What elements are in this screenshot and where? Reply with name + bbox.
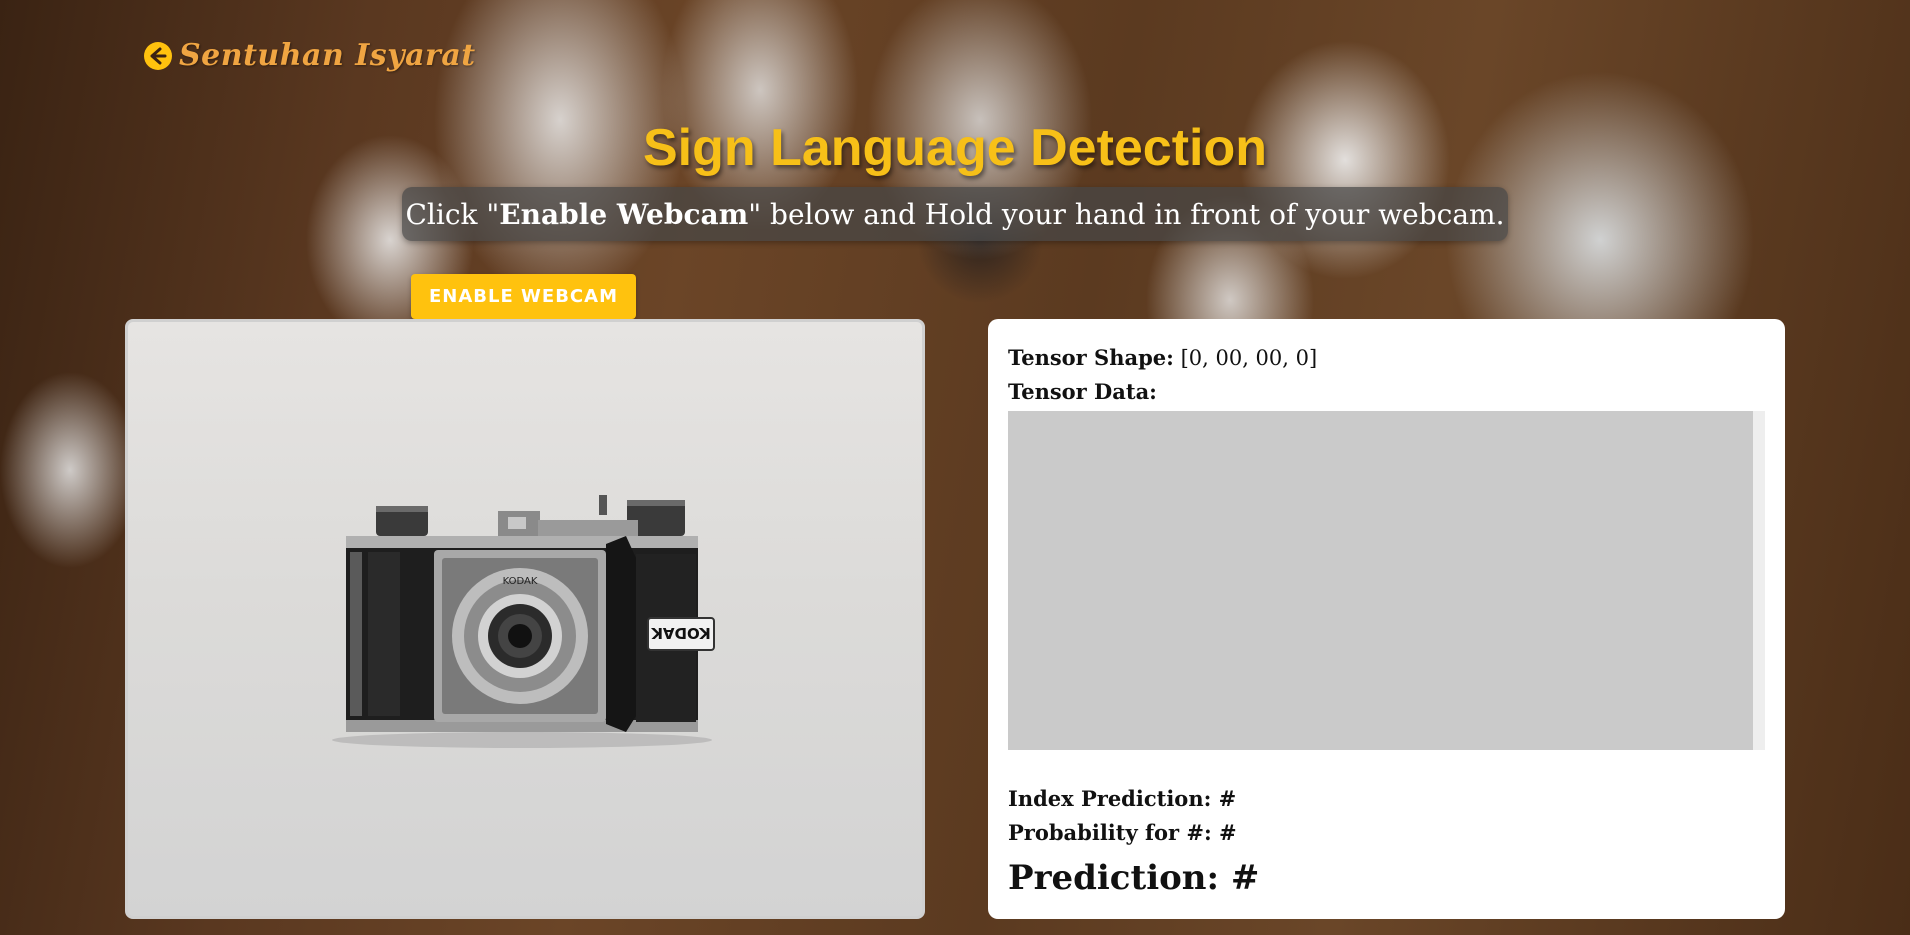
- tensor-data-textarea[interactable]: [1008, 411, 1765, 750]
- probability-value: #: [1211, 820, 1237, 845]
- index-prediction-value: #: [1211, 786, 1237, 811]
- probability-row: Probability for #: #: [1008, 816, 1765, 850]
- svg-text:KODAK: KODAK: [503, 576, 538, 587]
- index-prediction-row: Index Prediction: #: [1008, 782, 1765, 816]
- arrow-left-circle-icon[interactable]: [143, 41, 173, 71]
- tensor-data-row: Tensor Data:: [1008, 375, 1765, 409]
- home-logo-link[interactable]: Sentuhan Isyarat: [143, 38, 476, 73]
- tensor-data-label: Tensor Data:: [1008, 379, 1157, 404]
- tensor-shape-value: [0, 00, 00, 0]: [1173, 346, 1318, 370]
- prediction-result: Prediction: #: [1008, 858, 1765, 898]
- instruction-bold: Enable Webcam: [499, 197, 749, 231]
- webcam-view: KODAK KODAK: [125, 319, 925, 919]
- logo-text[interactable]: Sentuhan Isyarat: [179, 38, 476, 73]
- probability-label: Probability for #:: [1008, 820, 1212, 845]
- instruction-prefix: Click ": [405, 197, 500, 231]
- page-title: Sign Language Detection: [642, 119, 1268, 177]
- index-prediction-label: Index Prediction:: [1008, 786, 1212, 811]
- camera-placeholder-image: KODAK KODAK: [332, 495, 715, 748]
- camera-brand-label: KODAK: [650, 624, 711, 642]
- instruction-suffix: " below and Hold your hand in front of y…: [748, 197, 1505, 231]
- instruction-banner: Click " Enable Webcam " below and Hold you…: [402, 187, 1508, 241]
- tensor-shape-label: Tensor Shape:: [1008, 345, 1174, 370]
- enable-webcam-button[interactable]: ENABLE WEBCAM: [411, 274, 636, 319]
- prediction-value: #: [1219, 858, 1260, 898]
- tensor-info-panel: Tensor Shape: [0, 00, 00, 0] Tensor Data…: [988, 319, 1785, 919]
- prediction-label: Prediction:: [1008, 858, 1220, 898]
- tensor-shape-row: Tensor Shape: [0, 00, 00, 0]: [1008, 341, 1765, 375]
